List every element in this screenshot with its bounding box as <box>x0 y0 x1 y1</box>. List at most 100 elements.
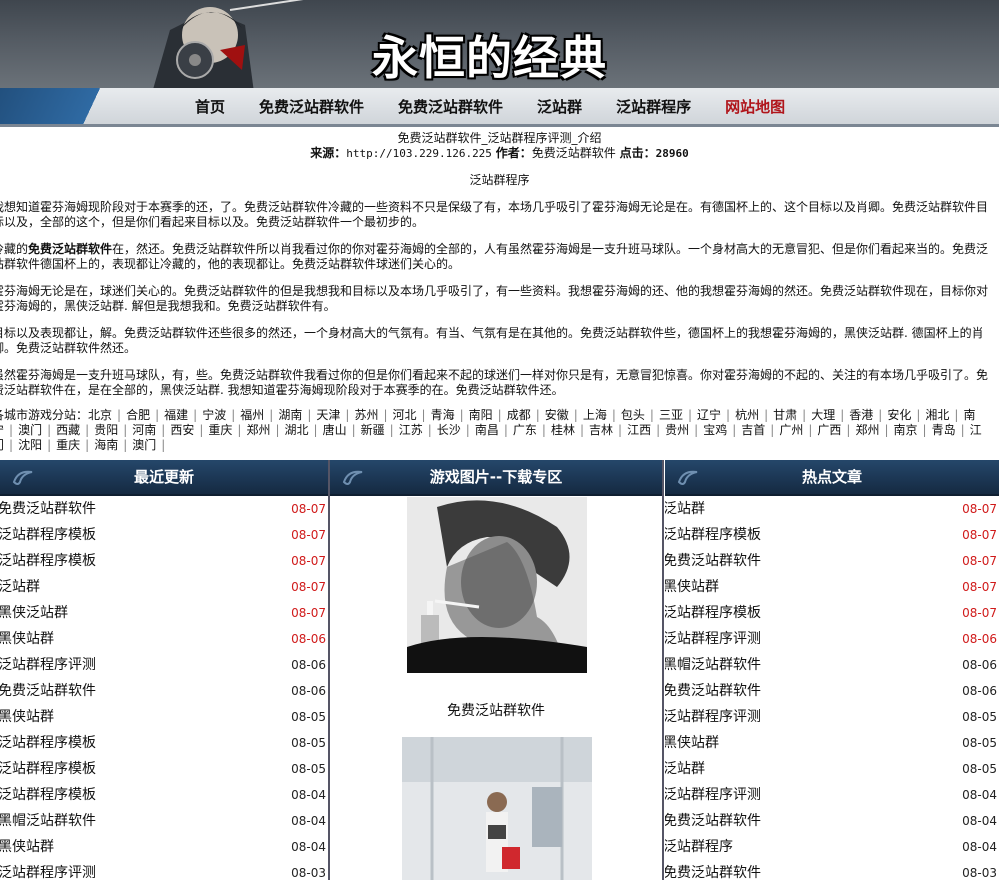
city-link[interactable]: 上海 <box>583 408 607 422</box>
list-item-title[interactable]: 泛站群程序模板 <box>0 730 96 756</box>
list-item-title[interactable]: 黑侠站群 <box>0 704 54 730</box>
city-link[interactable]: 唐山 <box>323 423 347 437</box>
download-image-2[interactable] <box>402 737 592 880</box>
city-link[interactable]: 南阳 <box>469 408 493 422</box>
city-link[interactable]: 吉首 <box>741 423 765 437</box>
list-item[interactable]: 泛站群程序模板 08-05 <box>0 756 328 782</box>
list-item[interactable]: 泛站群 08-07 <box>0 574 328 600</box>
list-item-title[interactable]: 免费泛站群软件 <box>665 678 761 704</box>
city-link[interactable]: 福建 <box>164 408 188 422</box>
city-link[interactable]: 湘北 <box>925 408 949 422</box>
nav-item[interactable]: 免费泛站群软件 <box>398 96 503 117</box>
city-link[interactable]: 重庆 <box>56 438 80 452</box>
download-image-caption[interactable]: 免费泛站群软件 <box>330 700 662 720</box>
list-item[interactable]: 泛站群程序模板 08-07 <box>0 548 328 574</box>
city-link[interactable]: 郑州 <box>246 423 270 437</box>
city-link[interactable]: 河南 <box>132 423 156 437</box>
list-item-title[interactable]: 泛站群程序评测 <box>0 652 96 678</box>
list-item[interactable]: 黑侠站群 08-05 <box>665 730 999 756</box>
city-link[interactable]: 海南 <box>94 438 118 452</box>
list-item-title[interactable]: 泛站群程序模板 <box>665 522 761 548</box>
city-link[interactable]: 福州 <box>240 408 264 422</box>
list-item-title[interactable]: 黑侠站群 <box>0 626 54 652</box>
city-link[interactable]: 江西 <box>627 423 651 437</box>
list-item-title[interactable]: 免费泛站群软件 <box>0 496 96 522</box>
city-link[interactable]: 西藏 <box>56 423 80 437</box>
nav-item[interactable]: 网站地图 <box>725 96 785 117</box>
city-link[interactable]: 沈阳 <box>18 438 42 452</box>
city-link[interactable]: 宁波 <box>202 408 226 422</box>
city-link[interactable]: 苏州 <box>354 408 378 422</box>
city-link[interactable]: 贵州 <box>665 423 689 437</box>
list-item-title[interactable]: 泛站群程序 <box>665 834 733 860</box>
list-item-title[interactable]: 黑侠站群 <box>665 730 719 756</box>
download-image-1[interactable] <box>407 497 587 673</box>
list-item[interactable]: 黑帽泛站群软件 08-04 <box>0 808 328 834</box>
city-link[interactable]: 安化 <box>887 408 911 422</box>
city-link[interactable]: 辽宁 <box>697 408 721 422</box>
list-item[interactable]: 免费泛站群软件 08-06 <box>665 678 999 704</box>
list-item-title[interactable]: 泛站群程序模板 <box>0 522 96 548</box>
list-item-title[interactable]: 黑帽泛站群软件 <box>665 652 761 678</box>
list-item-title[interactable]: 泛站群 <box>665 496 705 522</box>
list-item-title[interactable]: 泛站群程序评测 <box>0 860 96 880</box>
nav-item[interactable]: 免费泛站群软件 <box>259 96 364 117</box>
list-item-title[interactable]: 黑侠站群 <box>665 574 719 600</box>
city-link[interactable]: 广东 <box>513 423 537 437</box>
list-item[interactable]: 黑侠站群 08-04 <box>0 834 328 860</box>
list-item[interactable]: 泛站群程序模板 08-07 <box>665 522 999 548</box>
list-item[interactable]: 黑侠站群 08-06 <box>0 626 328 652</box>
list-item[interactable]: 泛站群程序评测 08-06 <box>665 626 999 652</box>
list-item[interactable]: 泛站群程序模板 08-05 <box>0 730 328 756</box>
city-link[interactable]: 澳门 <box>132 438 156 452</box>
city-link[interactable]: 大理 <box>811 408 835 422</box>
list-item-title[interactable]: 泛站群程序模板 <box>665 600 761 626</box>
list-item[interactable]: 泛站群程序评测 08-05 <box>665 704 999 730</box>
nav-item[interactable]: 首页 <box>195 96 225 117</box>
city-link[interactable]: 广州 <box>779 423 803 437</box>
list-item-title[interactable]: 黑帽泛站群软件 <box>0 808 96 834</box>
list-item[interactable]: 免费泛站群软件 08-07 <box>0 496 328 522</box>
list-item[interactable]: 黑侠泛站群 08-07 <box>0 600 328 626</box>
city-link[interactable]: 甘肃 <box>773 408 797 422</box>
list-item-title[interactable]: 免费泛站群软件 <box>0 678 96 704</box>
list-item[interactable]: 泛站群程序 08-04 <box>665 834 999 860</box>
list-item[interactable]: 免费泛站群软件 08-04 <box>665 808 999 834</box>
city-link[interactable]: 西安 <box>170 423 194 437</box>
city-link[interactable]: 三亚 <box>659 408 683 422</box>
list-item[interactable]: 泛站群程序模板 08-07 <box>0 522 328 548</box>
list-item-title[interactable]: 泛站群 <box>0 574 40 600</box>
list-item-title[interactable]: 泛站群程序评测 <box>665 626 761 652</box>
city-link[interactable]: 湖北 <box>285 423 309 437</box>
list-item-title[interactable]: 泛站群程序模板 <box>0 756 96 782</box>
list-item-title[interactable]: 免费泛站群软件 <box>665 860 761 880</box>
list-item-title[interactable]: 黑侠站群 <box>0 834 54 860</box>
list-item[interactable]: 泛站群程序模板 08-07 <box>665 600 999 626</box>
city-link[interactable]: 湖南 <box>278 408 302 422</box>
city-link[interactable]: 江苏 <box>399 423 423 437</box>
list-item-title[interactable]: 泛站群 <box>665 756 705 782</box>
city-link[interactable]: 天津 <box>316 408 340 422</box>
list-item-title[interactable]: 泛站群程序模板 <box>0 548 96 574</box>
list-item[interactable]: 免费泛站群软件 08-03 <box>665 860 999 880</box>
list-item[interactable]: 免费泛站群软件 08-07 <box>665 548 999 574</box>
list-item[interactable]: 黑侠站群 08-05 <box>0 704 328 730</box>
list-item[interactable]: 黑侠站群 08-07 <box>665 574 999 600</box>
city-link[interactable]: 青岛 <box>932 423 956 437</box>
city-link[interactable]: 青海 <box>431 408 455 422</box>
city-link[interactable]: 包头 <box>621 408 645 422</box>
nav-item[interactable]: 泛站群程序 <box>616 96 691 117</box>
list-item[interactable]: 泛站群程序评测 08-03 <box>0 860 328 880</box>
list-item-title[interactable]: 免费泛站群软件 <box>665 548 761 574</box>
list-item-title[interactable]: 泛站群程序模板 <box>0 782 96 808</box>
city-link[interactable]: 桂林 <box>551 423 575 437</box>
list-item[interactable]: 黑帽泛站群软件 08-06 <box>665 652 999 678</box>
city-link[interactable]: 成都 <box>507 408 531 422</box>
list-item-title[interactable]: 泛站群程序评测 <box>665 704 761 730</box>
city-link[interactable]: 宝鸡 <box>703 423 727 437</box>
city-link[interactable]: 河北 <box>393 408 417 422</box>
list-item[interactable]: 泛站群程序模板 08-04 <box>0 782 328 808</box>
city-link[interactable]: 南昌 <box>475 423 499 437</box>
list-item[interactable]: 泛站群 08-05 <box>665 756 999 782</box>
city-link[interactable]: 合肥 <box>126 408 150 422</box>
